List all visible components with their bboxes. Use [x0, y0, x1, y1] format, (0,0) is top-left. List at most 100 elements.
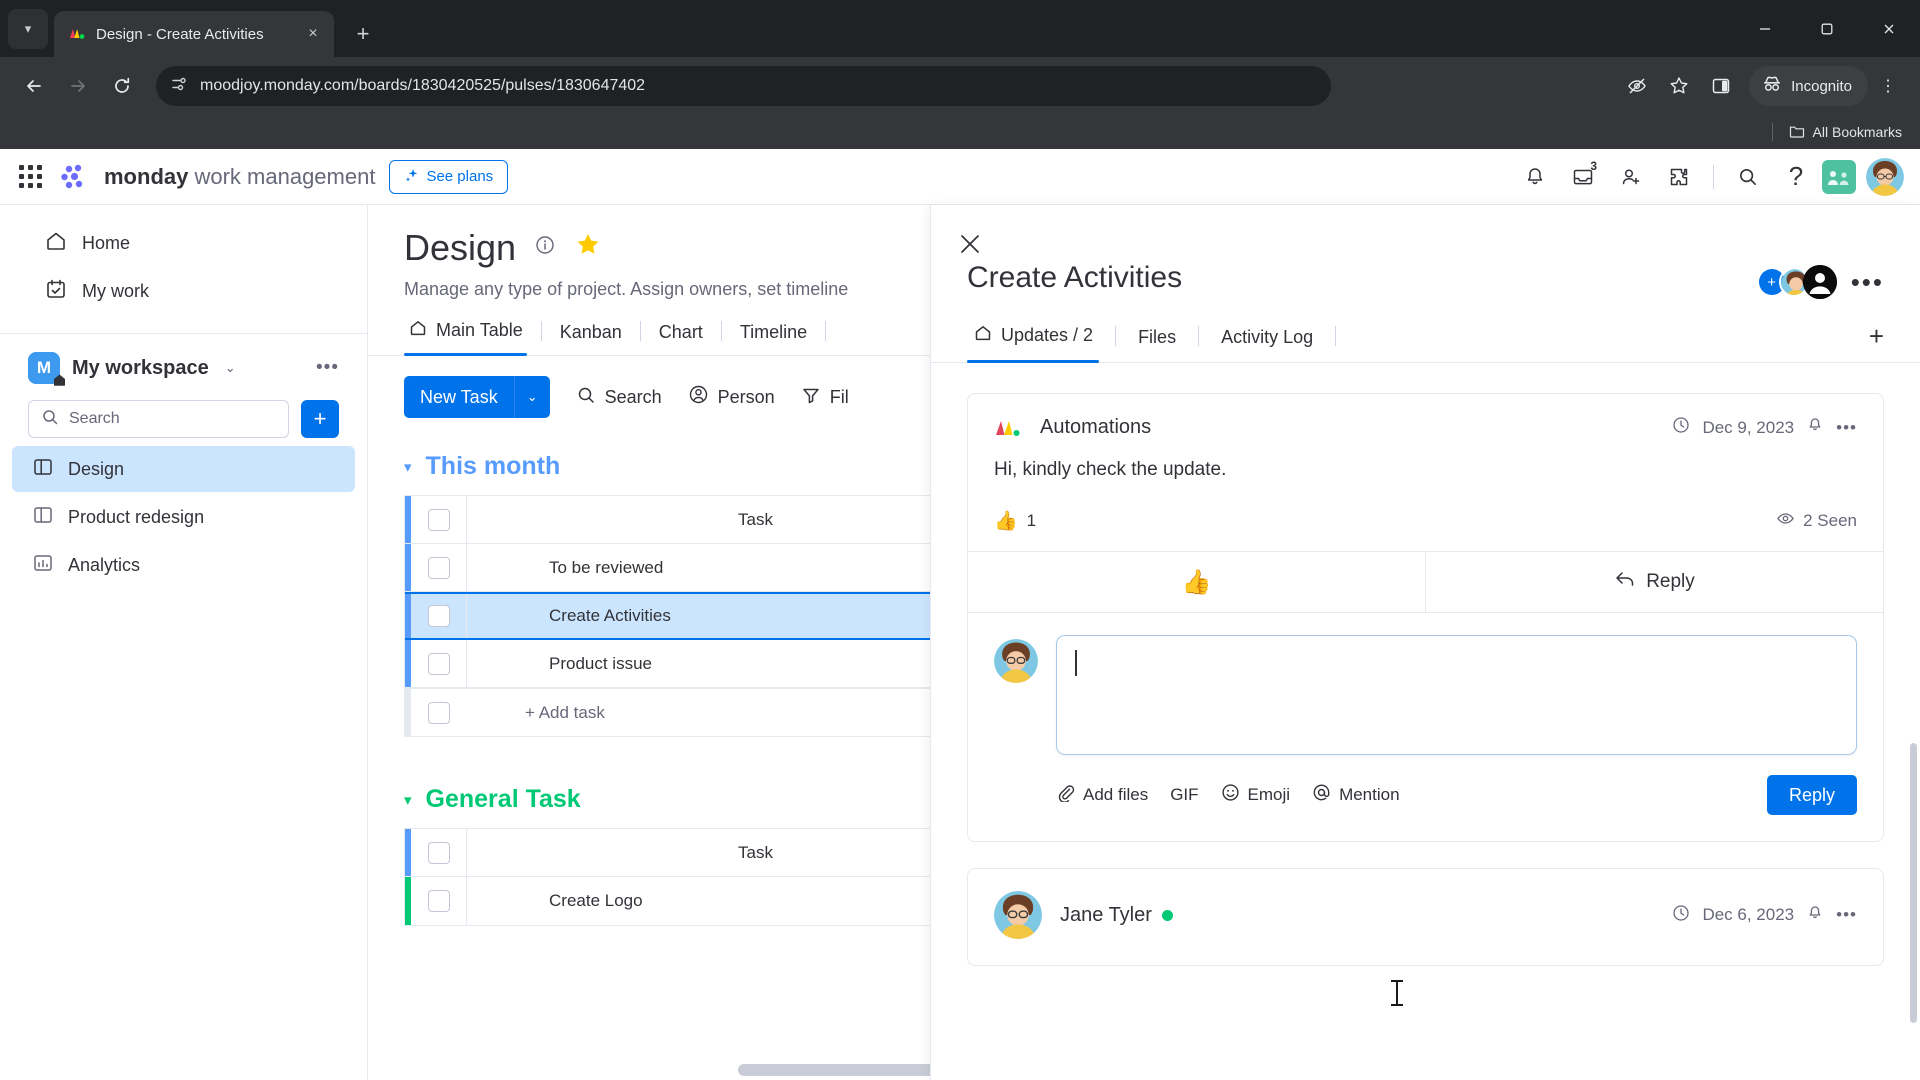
workspace-selector[interactable]: M My workspace ⌄ ••• [0, 344, 367, 388]
tab-files[interactable]: Files [1120, 327, 1194, 362]
workspace-avatar: M [28, 352, 65, 386]
reload-button[interactable] [102, 66, 142, 106]
update-more-icon[interactable]: ••• [1836, 905, 1857, 925]
row-checkbox-cell[interactable] [411, 877, 467, 925]
help-icon[interactable]: ? [1774, 155, 1818, 199]
search-input[interactable]: Search [28, 400, 289, 438]
checkbox[interactable] [427, 652, 450, 675]
browser-tab[interactable]: Design - Create Activities × [54, 11, 334, 57]
minimize-button[interactable] [1734, 0, 1796, 57]
person-filter-button[interactable]: Person [688, 384, 775, 410]
avatar-placeholder-icon[interactable] [1802, 265, 1837, 299]
emoji-button[interactable]: Emoji [1221, 783, 1291, 807]
reply-action-label: Reply [1646, 571, 1695, 592]
close-panel-icon[interactable] [957, 231, 983, 264]
info-icon[interactable] [534, 234, 556, 262]
sidebar-item-label: Home [82, 232, 131, 253]
chevron-down-icon[interactable]: ▾ [404, 458, 412, 476]
select-all-cell[interactable] [411, 829, 467, 876]
bell-icon[interactable] [1806, 904, 1824, 927]
add-tab-button[interactable]: + [1869, 321, 1884, 362]
new-task-button[interactable]: New Task ⌄ [404, 376, 550, 418]
reply-submit-button[interactable]: Reply [1766, 775, 1857, 815]
inbox-icon[interactable]: 3 [1561, 155, 1605, 199]
filter-icon [801, 385, 821, 410]
like-button[interactable]: 👍 [968, 552, 1425, 612]
mention-button[interactable]: Mention [1312, 783, 1400, 807]
board-label: Design [68, 458, 125, 479]
bell-icon[interactable] [1513, 155, 1557, 199]
row-checkbox-cell[interactable] [411, 594, 467, 638]
maximize-button[interactable] [1796, 0, 1858, 57]
address-bar[interactable]: moodjoy.monday.com/boards/1830420525/pul… [156, 66, 1331, 106]
reply-input[interactable] [1056, 635, 1857, 755]
close-tab-icon[interactable]: × [302, 26, 324, 42]
add-person-icon[interactable] [1609, 155, 1653, 199]
panel-more-icon[interactable]: ••• [1851, 267, 1884, 298]
filter-button[interactable]: Fil [801, 385, 849, 410]
bell-icon[interactable] [1806, 416, 1824, 439]
search-icon[interactable] [1726, 155, 1770, 199]
browser-menu-icon[interactable]: ⋮ [1870, 66, 1906, 106]
sidebar-item-product-redesign[interactable]: Product redesign [12, 494, 355, 540]
site-settings-icon[interactable] [170, 75, 188, 98]
tab-search-chevron-icon[interactable]: ▾ [8, 9, 48, 49]
home-icon [44, 229, 68, 258]
board-search-button[interactable]: Search [576, 385, 662, 410]
tab-updates[interactable]: Updates / 2 [967, 323, 1111, 363]
back-button[interactable] [14, 66, 54, 106]
monday-app: monday work management See plans 3 ? Hom… [0, 149, 1920, 1080]
forward-button[interactable] [58, 66, 98, 106]
team-avatar[interactable] [1822, 159, 1856, 194]
checkbox[interactable] [427, 556, 450, 579]
eye-off-icon[interactable] [1617, 66, 1657, 106]
checkbox[interactable] [427, 605, 450, 627]
tab-chart[interactable]: Chart [641, 322, 721, 355]
like-count-chip[interactable]: 👍 1 [994, 509, 1036, 533]
reply-action-button[interactable]: Reply [1425, 552, 1883, 612]
favorite-star-icon[interactable] [574, 231, 602, 266]
row-checkbox-cell[interactable] [411, 640, 467, 687]
chevron-down-icon[interactable]: ⌄ [225, 360, 236, 376]
add-board-button[interactable]: + [301, 400, 339, 438]
panel-scrollbar[interactable] [1910, 743, 1917, 1023]
tab-main-table[interactable]: Main Table [404, 318, 541, 356]
workspace-more-icon[interactable]: ••• [316, 357, 339, 379]
star-icon[interactable] [1659, 66, 1699, 106]
incognito-indicator[interactable]: Incognito [1749, 66, 1868, 106]
close-window-button[interactable] [1858, 0, 1920, 57]
avatar[interactable] [1866, 157, 1904, 196]
checkbox[interactable] [428, 701, 450, 724]
tab-activity-log[interactable]: Activity Log [1203, 327, 1331, 362]
all-bookmarks-button[interactable]: All Bookmarks [1789, 124, 1902, 141]
puzzle-icon[interactable] [1657, 155, 1701, 199]
checkbox[interactable] [427, 508, 450, 531]
sidebar-item-design[interactable]: Design [12, 446, 355, 492]
tab-kanban[interactable]: Kanban [542, 322, 640, 355]
update-more-icon[interactable]: ••• [1836, 418, 1857, 438]
emoji-label: Emoji [1247, 785, 1291, 804]
new-tab-button[interactable]: + [346, 17, 380, 51]
chevron-down-icon[interactable]: ▾ [404, 791, 412, 809]
row-checkbox-cell[interactable] [411, 544, 467, 591]
gif-button[interactable]: GIF [1170, 785, 1198, 805]
see-plans-button[interactable]: See plans [389, 159, 509, 194]
apps-grid-icon[interactable] [16, 162, 46, 192]
checkbox[interactable] [427, 841, 450, 864]
sidebar-item-analytics[interactable]: Analytics [12, 542, 355, 588]
side-panel-icon[interactable] [1701, 66, 1741, 106]
tab-timeline[interactable]: Timeline [722, 322, 825, 355]
seen-indicator[interactable]: 2 Seen [1776, 509, 1857, 533]
select-all-cell[interactable] [411, 496, 467, 543]
row-checkbox-cell[interactable] [411, 689, 467, 736]
sidebar-item-my-work[interactable]: My work [12, 267, 355, 315]
text-cursor [1391, 980, 1403, 1006]
horizontal-scrollbar[interactable] [738, 1064, 953, 1076]
tab-divider [1198, 326, 1200, 346]
add-files-button[interactable]: Add files [1056, 783, 1148, 807]
chevron-down-icon[interactable]: ⌄ [515, 389, 550, 405]
checkbox[interactable] [427, 890, 450, 912]
panel-avatar-stack[interactable]: + [1758, 265, 1837, 299]
app-header-actions: 3 ? [1513, 155, 1904, 199]
sidebar-item-home[interactable]: Home [12, 219, 355, 267]
